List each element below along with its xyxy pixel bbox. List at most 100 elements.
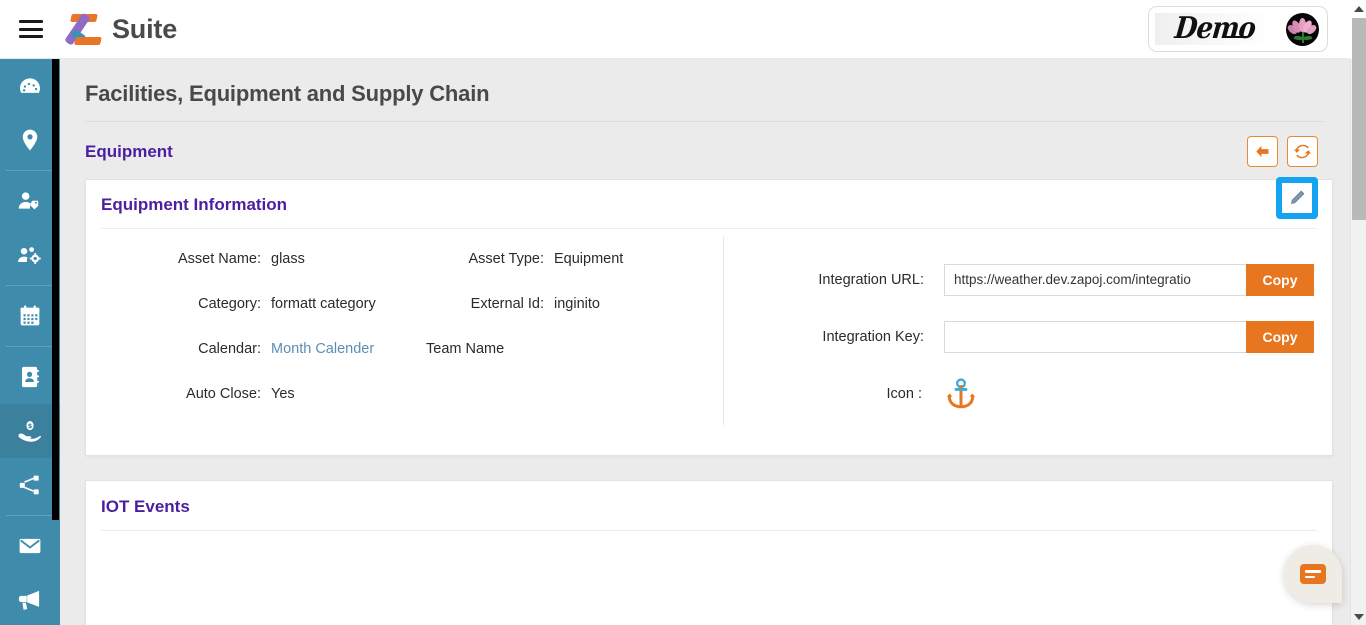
tenant-logo: Demo [1155, 13, 1275, 45]
sidebar-item-customers[interactable] [0, 174, 60, 228]
integration-url-group: Copy [944, 263, 1314, 296]
iot-card-header: IOT Events [86, 481, 1332, 530]
iot-card-title: IOT Events [101, 497, 190, 516]
back-button[interactable] [1247, 136, 1278, 167]
icon-label: Icon : [886, 385, 922, 402]
section-actions [1247, 136, 1318, 167]
sidebar-divider [6, 515, 54, 516]
hamburger-menu-icon[interactable] [19, 20, 43, 38]
integration-key-group: Copy [944, 320, 1314, 353]
field-value: inginito [554, 296, 600, 312]
integration-url-label: Integration URL: [818, 271, 924, 288]
users-cog-icon [18, 247, 41, 264]
edit-button-inner [1282, 183, 1312, 213]
equipment-info-body: Asset Name: glass Category: formatt cate… [86, 229, 1332, 455]
field-label: Team Name [426, 341, 505, 357]
sidebar-item-dashboard[interactable] [0, 59, 60, 113]
field-label: Calendar: [198, 341, 261, 357]
copy-integration-key-button[interactable]: Copy [1246, 320, 1314, 353]
sync-refresh-icon [1294, 144, 1311, 159]
iot-events-card: IOT Events [85, 480, 1333, 625]
brand-name: Suite [112, 13, 178, 44]
equipment-left-column: Asset Name: glass Category: formatt cate… [86, 251, 426, 431]
field-label: Asset Type: [468, 251, 545, 267]
field-icon: Icon : [749, 365, 1321, 422]
equipment-icon [944, 377, 978, 411]
sidebar-item-calendar[interactable] [0, 289, 60, 343]
sidebar-item-announcements[interactable] [0, 573, 60, 625]
equipment-card-header: Equipment Information [86, 177, 1332, 228]
field-label: Auto Close: [186, 386, 261, 402]
field-value: glass [271, 251, 305, 267]
field-integration-url: Integration URL: Copy [749, 251, 1321, 308]
app-root: Suite Demo $ Facilities, Equipment and S… [0, 0, 1366, 625]
field-asset-name: Asset Name: glass [86, 251, 426, 296]
anchor-icon [946, 377, 976, 408]
sidebar-nav: $ [0, 59, 60, 625]
svg-text:$: $ [28, 422, 33, 430]
field-label: External Id: [470, 296, 544, 312]
field-integration-key: Integration Key: Copy [749, 308, 1321, 365]
column-divider [723, 237, 724, 425]
integration-url-input[interactable] [944, 263, 1246, 296]
edit-button[interactable] [1276, 177, 1318, 219]
chat-widget-button[interactable] [1284, 545, 1342, 603]
sidebar-divider [6, 285, 54, 286]
field-value: formatt category [271, 296, 376, 312]
integration-key-input[interactable] [944, 320, 1246, 353]
iot-card-body [86, 531, 1332, 625]
equipment-card-title: Equipment Information [101, 195, 288, 214]
field-value: Yes [271, 386, 295, 402]
equipment-integration-column: Integration URL: Copy Integration Key: C… [721, 251, 1321, 431]
field-value: Equipment [554, 251, 624, 267]
user-tag-icon [18, 192, 39, 210]
sidebar-item-teams[interactable] [0, 228, 60, 282]
sidebar-item-messages[interactable] [0, 519, 60, 573]
field-label: Asset Name: [178, 251, 261, 267]
field-team-name: Team Name [426, 341, 721, 386]
brand-logo[interactable]: Suite [64, 12, 178, 46]
page-scrollbar[interactable] [1350, 0, 1366, 625]
field-external-id: External Id: inginito [426, 296, 721, 341]
equipment-middle-column: Asset Type: Equipment External Id: ingin… [426, 251, 721, 431]
page-title: Facilities, Equipment and Supply Chain [85, 81, 490, 106]
field-asset-type: Asset Type: Equipment [426, 251, 721, 296]
scrollbar-thumb[interactable] [1352, 18, 1366, 220]
sidebar-item-locations[interactable] [0, 113, 60, 167]
pencil-edit-icon [1290, 190, 1305, 205]
sidebar-item-supply-chain[interactable]: $ [0, 404, 60, 458]
tenant-account-box[interactable]: Demo [1148, 6, 1328, 52]
section-title: Equipment [85, 141, 173, 161]
section-header: Equipment [60, 122, 1350, 167]
avatar[interactable] [1286, 12, 1319, 46]
calendar-link[interactable]: Month Calender [271, 341, 374, 357]
address-book-icon [21, 366, 39, 388]
refresh-button[interactable] [1287, 136, 1318, 167]
top-bar: Suite Demo [0, 0, 1350, 59]
speedometer-icon [20, 78, 40, 93]
scroll-up-arrow-icon[interactable] [1351, 0, 1366, 17]
sidebar-item-contacts[interactable] [0, 350, 60, 404]
sitemap-icon [19, 475, 39, 495]
scroll-down-arrow-icon[interactable] [1351, 608, 1366, 625]
page-content: Facilities, Equipment and Supply Chain E… [60, 59, 1350, 625]
map-marker-icon [22, 129, 38, 151]
calendar-icon [20, 305, 40, 326]
field-category: Category: formatt category [86, 296, 426, 341]
tenant-logo-text: Demo [1173, 13, 1257, 45]
chat-message-icon [1300, 564, 1326, 584]
arrow-left-icon [1256, 145, 1269, 158]
field-calendar: Calendar: Month Calender [86, 341, 426, 386]
bullhorn-icon [18, 590, 40, 610]
field-auto-close: Auto Close: Yes [86, 386, 426, 431]
sidebar-item-workflows[interactable] [0, 458, 60, 512]
integration-key-label: Integration Key: [822, 328, 924, 345]
copy-integration-url-button[interactable]: Copy [1246, 263, 1314, 296]
sidebar-scrollbar[interactable] [52, 59, 59, 520]
equipment-information-card: Equipment Information Asset Name: glass … [85, 177, 1333, 456]
hand-holding-dollar-icon: $ [18, 421, 41, 442]
field-label: Category: [198, 296, 261, 312]
zapoj-z-logo-icon [64, 12, 103, 46]
envelope-icon [19, 538, 41, 554]
sidebar-divider [6, 346, 54, 347]
